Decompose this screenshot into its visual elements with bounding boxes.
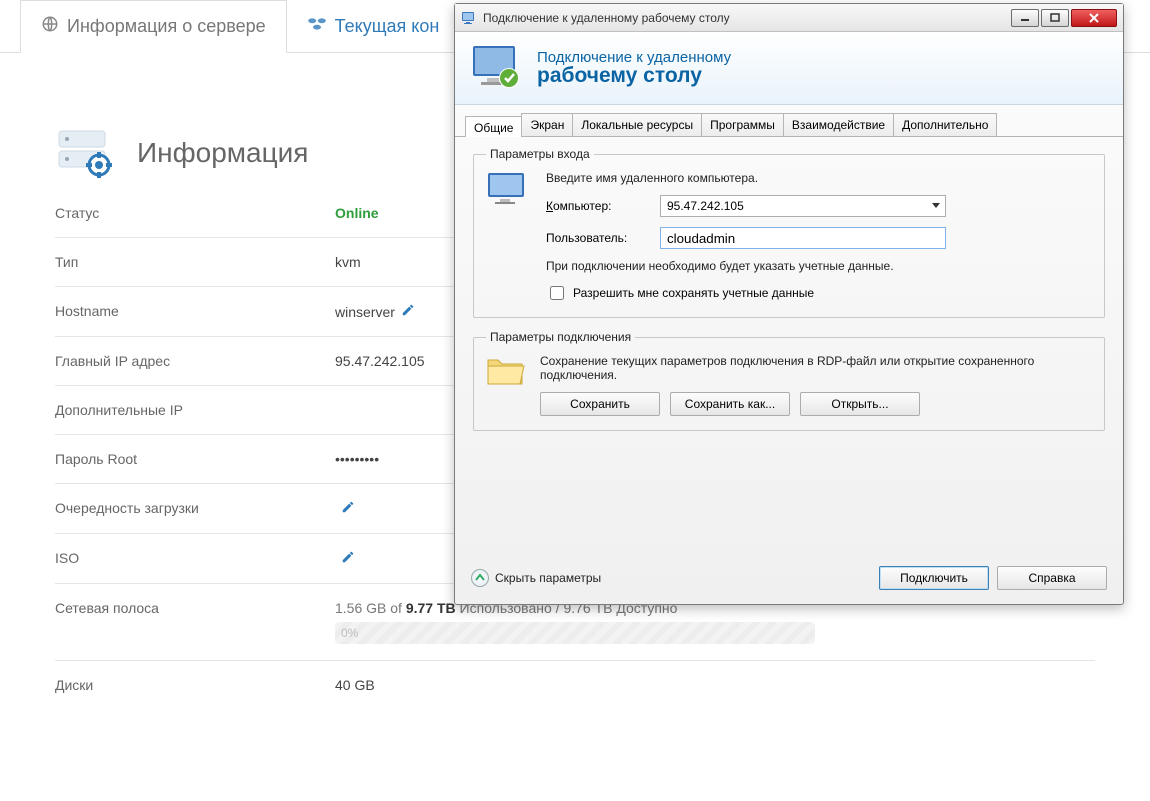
small-monitor-icon: [486, 171, 532, 211]
maximize-button[interactable]: [1041, 9, 1069, 27]
login-hint: Введите имя удаленного компьютера.: [546, 171, 1092, 185]
computer-combobox[interactable]: 95.47.242.105: [660, 195, 946, 217]
banner-line2: рабочему столу: [537, 64, 731, 88]
rdp-icon: [461, 10, 477, 26]
rdp-banner: Подключение к удаленному рабочему столу: [455, 32, 1123, 105]
rdp-footer: Скрыть параметры Подключить Справка: [455, 556, 1123, 604]
tab-label: Информация о сервере: [67, 16, 266, 37]
open-button[interactable]: Открыть...: [800, 392, 920, 416]
rdp-tab-advanced[interactable]: Дополнительно: [893, 113, 997, 136]
hide-options-button[interactable]: Скрыть параметры: [471, 569, 871, 587]
conn-legend: Параметры подключения: [486, 330, 635, 344]
rdp-dialog: Подключение к удаленному рабочему столу …: [454, 3, 1124, 605]
computer-label: Компьютер:: [546, 199, 650, 213]
tab-server-info[interactable]: Информация о сервере: [20, 0, 287, 53]
bandwidth-bar: 0%: [335, 622, 815, 644]
save-button[interactable]: Сохранить: [540, 392, 660, 416]
connect-button[interactable]: Подключить: [879, 566, 989, 590]
globe-icon: [41, 15, 59, 38]
connection-group: Параметры подключения Сохранение текущих…: [473, 330, 1105, 431]
folder-icon: [486, 354, 526, 388]
rdp-titlebar[interactable]: Подключение к удаленному рабочему столу: [455, 4, 1123, 32]
rdp-tabs: Общие Экран Локальные ресурсы Программы …: [455, 105, 1123, 137]
tab-current-config[interactable]: Текущая кон: [287, 0, 460, 52]
rdp-tab-general[interactable]: Общие: [465, 116, 522, 137]
monitor-icon: [471, 44, 523, 92]
login-group: Параметры входа Введите имя удаленного к…: [473, 147, 1105, 318]
rdp-tab-programs[interactable]: Программы: [701, 113, 784, 136]
rdp-title: Подключение к удаленному рабочему столу: [483, 11, 1009, 25]
rdp-tab-display[interactable]: Экран: [521, 113, 573, 136]
save-credentials-checkbox[interactable]: Разрешить мне сохранять учетные данные: [546, 283, 1092, 303]
banner-line1: Подключение к удаленному: [537, 49, 731, 66]
cluster-icon: [307, 16, 327, 37]
rdp-tab-experience[interactable]: Взаимодействие: [783, 113, 894, 136]
edit-boot-order-icon[interactable]: [341, 501, 355, 517]
user-input[interactable]: [660, 227, 946, 249]
help-button[interactable]: Справка: [997, 566, 1107, 590]
credentials-hint: При подключении необходимо будет указать…: [546, 259, 946, 273]
save-as-button[interactable]: Сохранить как...: [670, 392, 790, 416]
conn-hint: Сохранение текущих параметров подключени…: [540, 354, 1040, 382]
edit-iso-icon[interactable]: [341, 551, 355, 567]
user-label: Пользователь:: [546, 231, 650, 245]
edit-hostname-icon[interactable]: [401, 304, 415, 320]
section-title: Информация: [137, 137, 308, 169]
chevron-up-icon: [471, 569, 489, 587]
close-button[interactable]: [1071, 9, 1117, 27]
rdp-tab-local[interactable]: Локальные ресурсы: [572, 113, 702, 136]
chevron-down-icon: [931, 200, 941, 214]
minimize-button[interactable]: [1011, 9, 1039, 27]
tab-label: Текущая кон: [335, 16, 440, 37]
login-legend: Параметры входа: [486, 147, 594, 161]
server-icon: [55, 125, 119, 181]
save-credentials-input[interactable]: [550, 286, 564, 300]
computer-value: 95.47.242.105: [667, 199, 744, 213]
row-disks: Диски40 GB: [55, 660, 1095, 709]
